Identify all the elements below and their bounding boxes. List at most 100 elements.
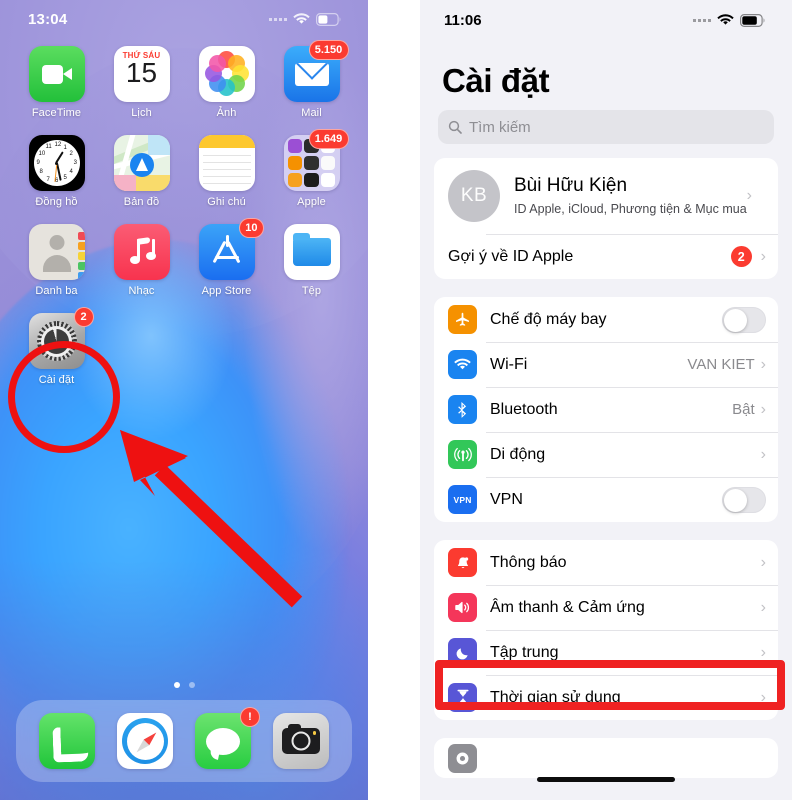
settings-row-bluetooth[interactable]: Bluetooth Bật › bbox=[434, 387, 778, 432]
maps-icon bbox=[113, 135, 170, 191]
app-label: Danh ba bbox=[35, 285, 78, 297]
home-screen-app-grid: FaceTime THỨ SÁU 15 Lịch Ảnh 5.150 Mail … bbox=[0, 40, 368, 386]
signal-dots-icon bbox=[269, 17, 287, 21]
facetime-icon bbox=[28, 46, 85, 102]
camera-icon bbox=[273, 713, 329, 769]
settings-row-wifi[interactable]: Wi-Fi VAN KIET › bbox=[434, 342, 778, 387]
app-danh-ba[interactable]: Danh ba bbox=[14, 224, 99, 297]
app-label: Cài đặt bbox=[38, 374, 75, 386]
settings-row-focus[interactable]: Tập trung › bbox=[434, 630, 778, 675]
page-dot-active[interactable] bbox=[173, 682, 180, 688]
row-value: Bật bbox=[732, 401, 755, 418]
settings-row-screen-time[interactable]: Thời gian sử dụng › bbox=[434, 675, 778, 720]
battery-icon bbox=[740, 13, 766, 27]
home-indicator[interactable] bbox=[537, 777, 675, 782]
app-folder-apple[interactable]: 1.649 Apple bbox=[269, 129, 354, 208]
avatar: KB bbox=[448, 170, 500, 222]
app-ban-do[interactable]: Bản đồ bbox=[99, 135, 184, 208]
calendar-day: 15 bbox=[125, 57, 158, 88]
app-mail[interactable]: 5.150 Mail bbox=[269, 40, 354, 119]
left-status-bar: 13:04 bbox=[0, 0, 368, 38]
app-app-store[interactable]: 10 App Store bbox=[184, 218, 269, 297]
app-label: Ghi chú bbox=[207, 196, 246, 208]
moon-icon bbox=[448, 638, 477, 667]
app-label: Mail bbox=[301, 107, 322, 119]
app-anh[interactable]: Ảnh bbox=[184, 46, 269, 119]
page-title: Cài đặt bbox=[442, 62, 550, 99]
safari-compass-icon bbox=[117, 713, 173, 769]
badge-apple-folder: 1.649 bbox=[308, 129, 349, 149]
settings-row-cellular[interactable]: Di động › bbox=[434, 432, 778, 477]
dock-app-phone[interactable] bbox=[39, 713, 95, 769]
wifi-icon bbox=[448, 350, 477, 379]
chevron-right-icon: › bbox=[760, 553, 766, 571]
photos-icon bbox=[198, 46, 255, 102]
row-label: Âm thanh & Cảm ứng bbox=[490, 598, 645, 616]
general-gear-icon bbox=[448, 743, 477, 773]
search-placeholder: Tìm kiếm bbox=[469, 118, 531, 136]
chevron-right-icon: › bbox=[760, 445, 766, 463]
app-ghi-chu[interactable]: Ghi chú bbox=[184, 135, 269, 208]
app-label: Lịch bbox=[131, 107, 152, 119]
row-label: Di động bbox=[490, 445, 546, 463]
screenshot-root: 13:04 FaceTime THỨ SÁU 15 Lịch Ảnh 5.150… bbox=[0, 0, 792, 800]
files-icon bbox=[283, 224, 340, 280]
app-label: Bản đồ bbox=[123, 196, 160, 208]
app-label: Nhạc bbox=[128, 285, 155, 297]
app-facetime[interactable]: FaceTime bbox=[14, 46, 99, 119]
account-row[interactable]: KB Bùi Hữu Kiện ID Apple, iCloud, Phương… bbox=[434, 158, 778, 234]
app-label: Apple bbox=[297, 196, 326, 208]
connectivity-group: Chế độ máy bay Wi-Fi VAN KIET › Bluetoot… bbox=[434, 297, 778, 522]
row-label: Gợi ý về ID Apple bbox=[448, 247, 574, 265]
dock-app-safari[interactable] bbox=[117, 713, 173, 769]
contacts-icon bbox=[28, 224, 85, 280]
app-label: Đồng hồ bbox=[35, 196, 78, 208]
clock-icon: 12 3 6 9 1 2 4 5 7 8 10 11 bbox=[28, 135, 85, 191]
badge-mail: 5.150 bbox=[308, 40, 349, 60]
toggle-vpn[interactable] bbox=[722, 486, 766, 513]
row-label: Wi-Fi bbox=[490, 355, 528, 373]
signal-dots-icon bbox=[693, 18, 711, 22]
app-lich[interactable]: THỨ SÁU 15 Lịch bbox=[99, 46, 184, 119]
badge-cai-dat: 2 bbox=[73, 307, 94, 327]
settings-row-notifications[interactable]: Thông báo › bbox=[434, 540, 778, 585]
battery-icon bbox=[316, 12, 342, 26]
chevron-right-icon: › bbox=[760, 688, 766, 706]
chevron-right-icon: › bbox=[760, 247, 766, 265]
calendar-icon: THỨ SÁU 15 bbox=[113, 46, 170, 102]
chevron-right-icon: › bbox=[760, 355, 766, 373]
account-group: KB Bùi Hữu Kiện ID Apple, iCloud, Phương… bbox=[434, 158, 778, 279]
dock-app-messages[interactable]: ! bbox=[195, 707, 260, 769]
status-badge: 2 bbox=[730, 246, 752, 267]
app-dong-ho[interactable]: 12 3 6 9 1 2 4 5 7 8 10 11 Đồng hồ bbox=[14, 135, 99, 208]
notes-icon bbox=[198, 135, 255, 191]
wifi-icon bbox=[717, 14, 734, 26]
app-label: Ảnh bbox=[216, 107, 237, 119]
page-dots bbox=[0, 682, 368, 688]
search-input[interactable]: Tìm kiếm bbox=[438, 110, 774, 144]
app-label: App Store bbox=[201, 285, 252, 297]
app-tep[interactable]: Tệp bbox=[269, 224, 354, 297]
row-label: Thông báo bbox=[490, 553, 567, 571]
apple-id-suggestion-row[interactable]: Gợi ý về ID Apple 2 › bbox=[434, 234, 778, 279]
badge-app-store: 10 bbox=[239, 218, 264, 238]
bluetooth-icon bbox=[448, 395, 477, 424]
toggle-airplane-mode[interactable] bbox=[722, 306, 766, 333]
bell-icon bbox=[448, 548, 477, 577]
settings-row-airplane-mode[interactable]: Chế độ máy bay bbox=[434, 297, 778, 342]
row-label: Thời gian sử dụng bbox=[490, 688, 621, 706]
settings-row-sounds-haptics[interactable]: Âm thanh & Cảm ứng › bbox=[434, 585, 778, 630]
phone-icon bbox=[39, 713, 95, 769]
account-name: Bùi Hữu Kiện bbox=[514, 174, 628, 196]
dock-app-camera[interactable] bbox=[273, 713, 329, 769]
account-subtitle: ID Apple, iCloud, Phương tiện & Mục mua bbox=[514, 201, 747, 216]
settings-row-vpn[interactable]: VPN VPN bbox=[434, 477, 778, 522]
row-label: Chế độ máy bay bbox=[490, 310, 607, 328]
chevron-right-icon: › bbox=[760, 643, 766, 661]
page-dot[interactable] bbox=[188, 682, 195, 688]
partial-settings-group bbox=[434, 738, 778, 778]
cellular-icon bbox=[448, 440, 477, 469]
app-nhac[interactable]: Nhạc bbox=[99, 224, 184, 297]
music-icon bbox=[113, 224, 170, 280]
app-cai-dat[interactable]: 2 Cài đặt bbox=[14, 307, 99, 386]
